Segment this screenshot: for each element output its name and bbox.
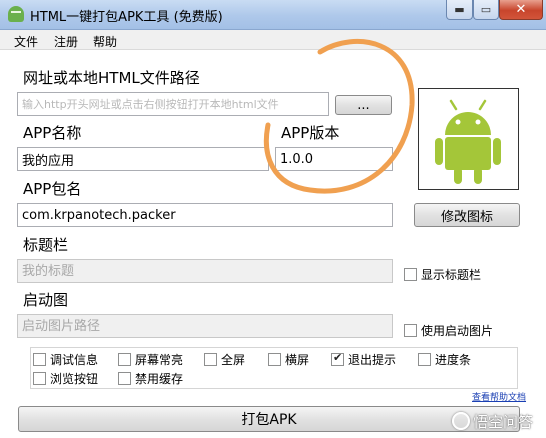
app-version-input[interactable] [275, 147, 393, 171]
pack-apk-button[interactable]: 打包APK [18, 406, 520, 432]
checkbox-box [33, 372, 46, 385]
app-version-label: APP版本 [281, 124, 340, 142]
option-fullscreen[interactable]: 全屏 [204, 351, 245, 368]
checkbox-box [418, 353, 431, 366]
option-label: 进度条 [435, 353, 472, 367]
option-label: 调试信息 [50, 353, 99, 367]
titlebar-input[interactable] [17, 259, 393, 283]
close-button[interactable]: ✕ [499, 0, 543, 20]
checkbox-box [404, 268, 417, 281]
app-package-input[interactable] [17, 203, 393, 227]
maximize-icon: ▭ [480, 3, 492, 16]
app-icon [8, 6, 24, 22]
app-name-input[interactable] [17, 147, 269, 171]
url-input[interactable] [17, 92, 329, 116]
close-icon: ✕ [515, 2, 527, 17]
splash-label: 启动图 [23, 291, 69, 309]
watermark-text: 悟空问答 [473, 412, 534, 431]
option-label: 退出提示 [348, 353, 397, 367]
checkbox-box [33, 353, 46, 366]
browse-button[interactable]: ... [335, 95, 392, 115]
icon-preview [418, 88, 519, 190]
change-icon-button[interactable]: 修改图标 [414, 203, 520, 227]
show-titlebar-label: 显示标题栏 [421, 268, 482, 282]
menu-register[interactable]: 注册 [54, 33, 78, 50]
maximize-button[interactable]: ▭ [473, 0, 499, 20]
url-label: 网址或本地HTML文件路径 [23, 69, 200, 87]
minimize-icon: ▬ [454, 3, 465, 16]
help-link[interactable]: 查看帮助文档 [472, 390, 526, 403]
checkbox-box [118, 353, 131, 366]
option-progress-bar[interactable]: 进度条 [418, 351, 471, 368]
app-package-label: APP包名 [23, 180, 82, 198]
show-titlebar-checkbox[interactable]: 显示标题栏 [404, 266, 481, 283]
splash-input[interactable] [17, 314, 393, 338]
option-label: 禁用缓存 [135, 372, 184, 386]
option-browse-button[interactable]: 浏览按钮 [33, 370, 98, 387]
option-landscape[interactable]: 横屏 [268, 351, 309, 368]
option-exit-prompt[interactable]: 退出提示 [331, 351, 396, 368]
menu-file[interactable]: 文件 [14, 33, 38, 50]
menu-help[interactable]: 帮助 [93, 33, 117, 50]
android-icon [435, 99, 501, 184]
menu-bar: 文件 注册 帮助 [0, 30, 546, 50]
option-debug-info[interactable]: 调试信息 [33, 351, 98, 368]
option-disable-cache[interactable]: 禁用缓存 [118, 370, 183, 387]
checkbox-box [404, 324, 417, 337]
option-label: 横屏 [285, 353, 310, 367]
checkbox-box [268, 353, 281, 366]
option-screen-on[interactable]: 屏幕常亮 [118, 351, 183, 368]
checkbox-box-checked [331, 351, 344, 366]
use-splash-label: 使用启动图片 [421, 324, 494, 338]
minimize-button[interactable]: ▬ [446, 0, 473, 20]
title-bar: HTML一键打包APK工具 (免费版) ▬ ▭ ✕ [0, 0, 546, 30]
option-label: 屏幕常亮 [135, 353, 184, 367]
app-name-label: APP名称 [23, 124, 82, 142]
watermark-logo-icon [452, 412, 470, 430]
titlebar-label: 标题栏 [23, 236, 69, 254]
checkbox-box [118, 372, 131, 385]
option-label: 浏览按钮 [50, 372, 99, 386]
use-splash-checkbox[interactable]: 使用启动图片 [404, 322, 493, 339]
window-title: HTML一键打包APK工具 (免费版) [30, 10, 223, 25]
watermark: 悟空问答 [452, 404, 546, 438]
checkbox-box [204, 353, 217, 366]
option-label: 全屏 [221, 353, 246, 367]
